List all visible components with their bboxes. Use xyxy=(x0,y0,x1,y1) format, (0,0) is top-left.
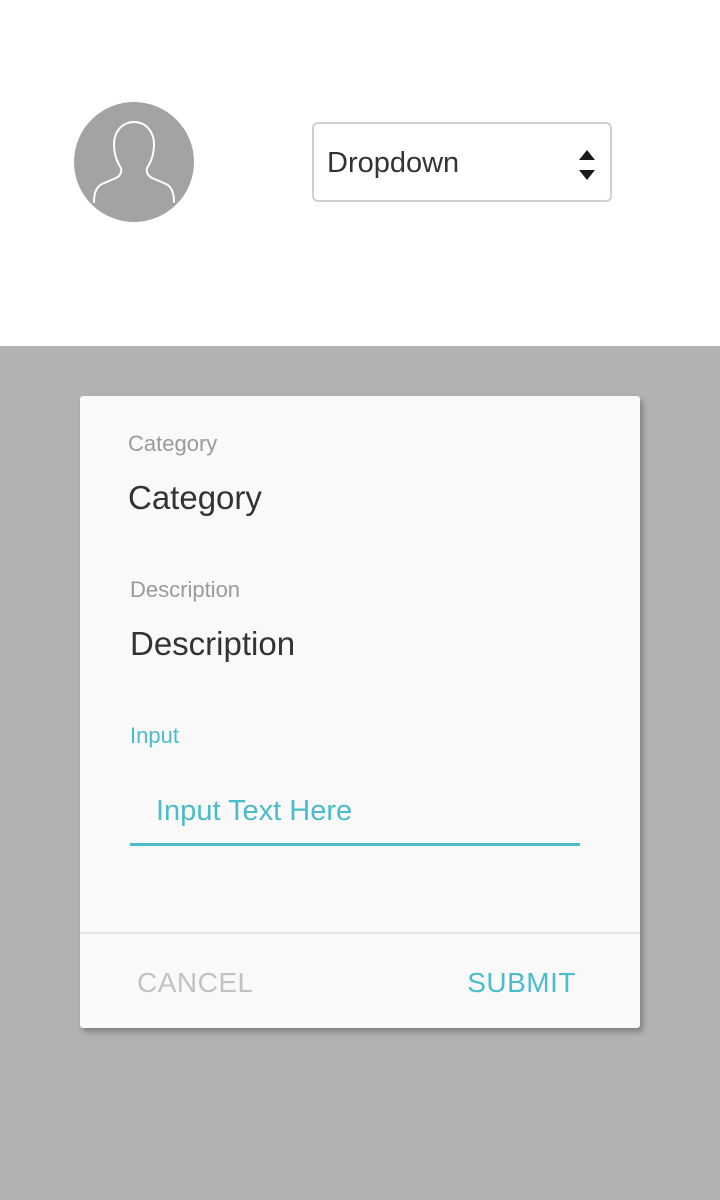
dropdown-label: Dropdown xyxy=(327,147,460,179)
text-input[interactable] xyxy=(130,780,580,846)
description-value: Description xyxy=(130,625,296,662)
user-silhouette-icon xyxy=(93,121,175,203)
cancel-button[interactable]: CANCEL xyxy=(137,966,254,1000)
category-label: Category xyxy=(128,431,218,456)
avatar[interactable] xyxy=(74,102,194,222)
dropdown-select[interactable]: Dropdown xyxy=(312,122,612,202)
description-label: Description xyxy=(130,577,241,602)
top-area: Dropdown xyxy=(0,0,720,346)
sort-arrows-icon xyxy=(579,150,595,180)
category-value: Category xyxy=(128,479,262,516)
divider xyxy=(80,932,640,934)
submit-button[interactable]: SUBMIT xyxy=(467,966,576,1000)
input-label: Input xyxy=(130,723,179,748)
dialog: Category Category Description Descriptio… xyxy=(80,396,640,1028)
